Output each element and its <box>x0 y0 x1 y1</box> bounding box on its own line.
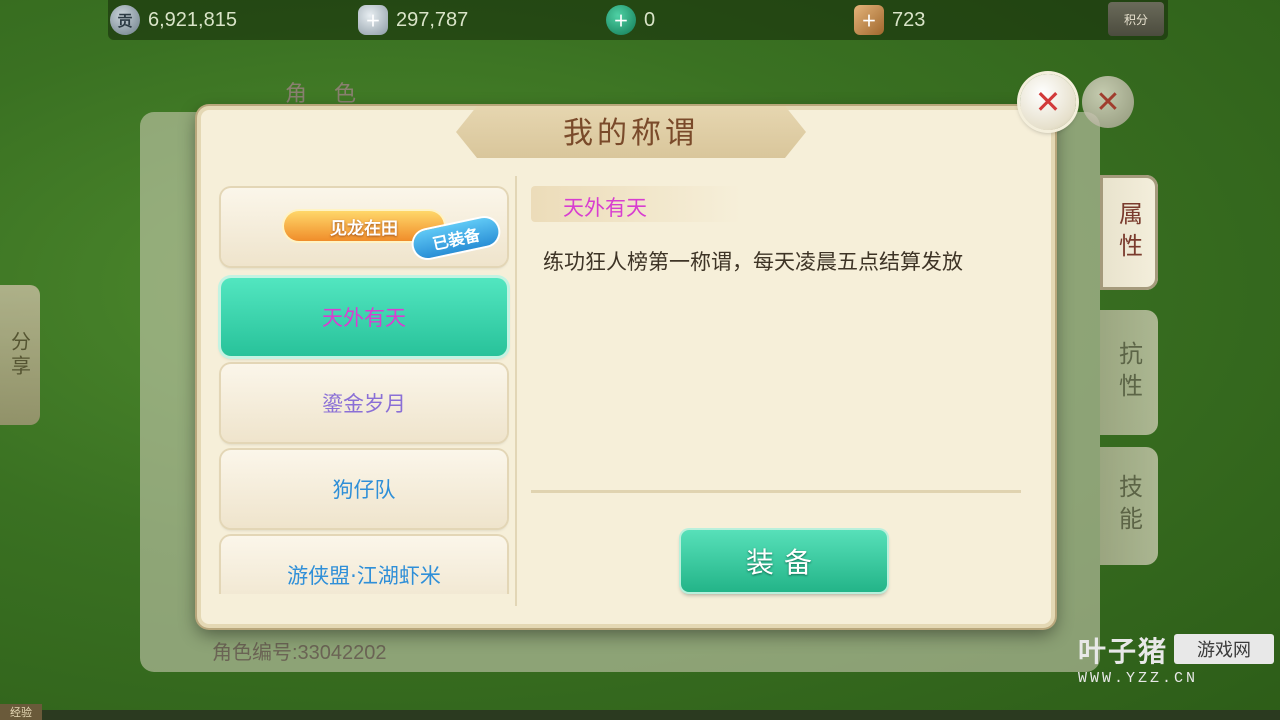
close-icon[interactable]: ✕ <box>1020 74 1076 130</box>
detail-divider <box>531 490 1021 493</box>
title-item-label: 鎏金岁月 <box>322 392 406 416</box>
site-watermark: 叶子猪 游戏网 WWW.YZZ.CN <box>1078 630 1274 687</box>
tab-skills[interactable]: 技能 <box>1100 447 1158 565</box>
currency-silver[interactable]: ＋ 297,787 <box>358 4 468 36</box>
character-panel-close-icon[interactable]: ✕ <box>1082 76 1134 128</box>
equip-button[interactable]: 装备 <box>681 530 887 592</box>
currency-value: 297,787 <box>396 8 469 31</box>
currency-tribute: 贡 6,921,815 <box>110 4 237 36</box>
tribute-coin-icon: 贡 <box>110 5 140 35</box>
title-item-label: 游侠盟·江湖虾米 <box>287 564 441 588</box>
points-button[interactable]: 积分 <box>1108 2 1164 36</box>
currency-ticket[interactable]: ＋ 723 <box>854 4 925 36</box>
title-item[interactable]: 游侠盟·江湖虾米 <box>221 536 507 594</box>
ticket-icon: ＋ <box>854 5 884 35</box>
detail-title-name: 天外有天 <box>563 196 647 220</box>
dialog-header: 我的称谓 <box>456 106 806 158</box>
title-item-label: 天外有天 <box>322 306 406 330</box>
exp-bar <box>42 710 1280 720</box>
watermark-box: 游戏网 <box>1174 634 1274 664</box>
my-titles-dialog: 我的称谓 见龙在田 已装备 天外有天 鎏金岁月 狗仔队 游侠盟·江湖虾米 天外有… <box>197 106 1055 628</box>
character-panel-title: 角 色 <box>285 82 366 107</box>
share-button[interactable]: 分享 <box>0 285 40 425</box>
title-item[interactable]: 狗仔队 <box>221 450 507 528</box>
title-item-label: 狗仔队 <box>332 478 396 502</box>
currency-bar: 贡 6,921,815 ＋ 297,787 ＋ 0 ＋ 723 积分 <box>108 0 1168 40</box>
role-id-label: 角色编号:33042202 <box>212 642 387 664</box>
titles-list[interactable]: 见龙在田 已装备 天外有天 鎏金岁月 狗仔队 游侠盟·江湖虾米 <box>215 184 511 594</box>
tab-resistance[interactable]: 抗性 <box>1100 310 1158 435</box>
title-item[interactable]: 鎏金岁月 <box>221 364 507 442</box>
silver-ingot-icon: ＋ <box>358 5 388 35</box>
list-divider <box>515 176 517 606</box>
detail-description: 练功狂人榜第一称谓，每天凌晨五点结算发放 <box>543 250 963 274</box>
currency-value: 0 <box>644 8 656 31</box>
currency-value: 6,921,815 <box>148 8 237 31</box>
dialog-title: 我的称谓 <box>563 116 699 151</box>
exp-label: 经验 <box>0 704 42 720</box>
jade-coin-icon: ＋ <box>606 5 636 35</box>
currency-value: 723 <box>892 8 926 31</box>
watermark-url: WWW.YZZ.CN <box>1078 670 1199 687</box>
tab-attributes[interactable]: 属性 <box>1100 175 1158 290</box>
currency-jade[interactable]: ＋ 0 <box>606 4 655 36</box>
title-item-selected[interactable]: 天外有天 <box>221 278 507 356</box>
